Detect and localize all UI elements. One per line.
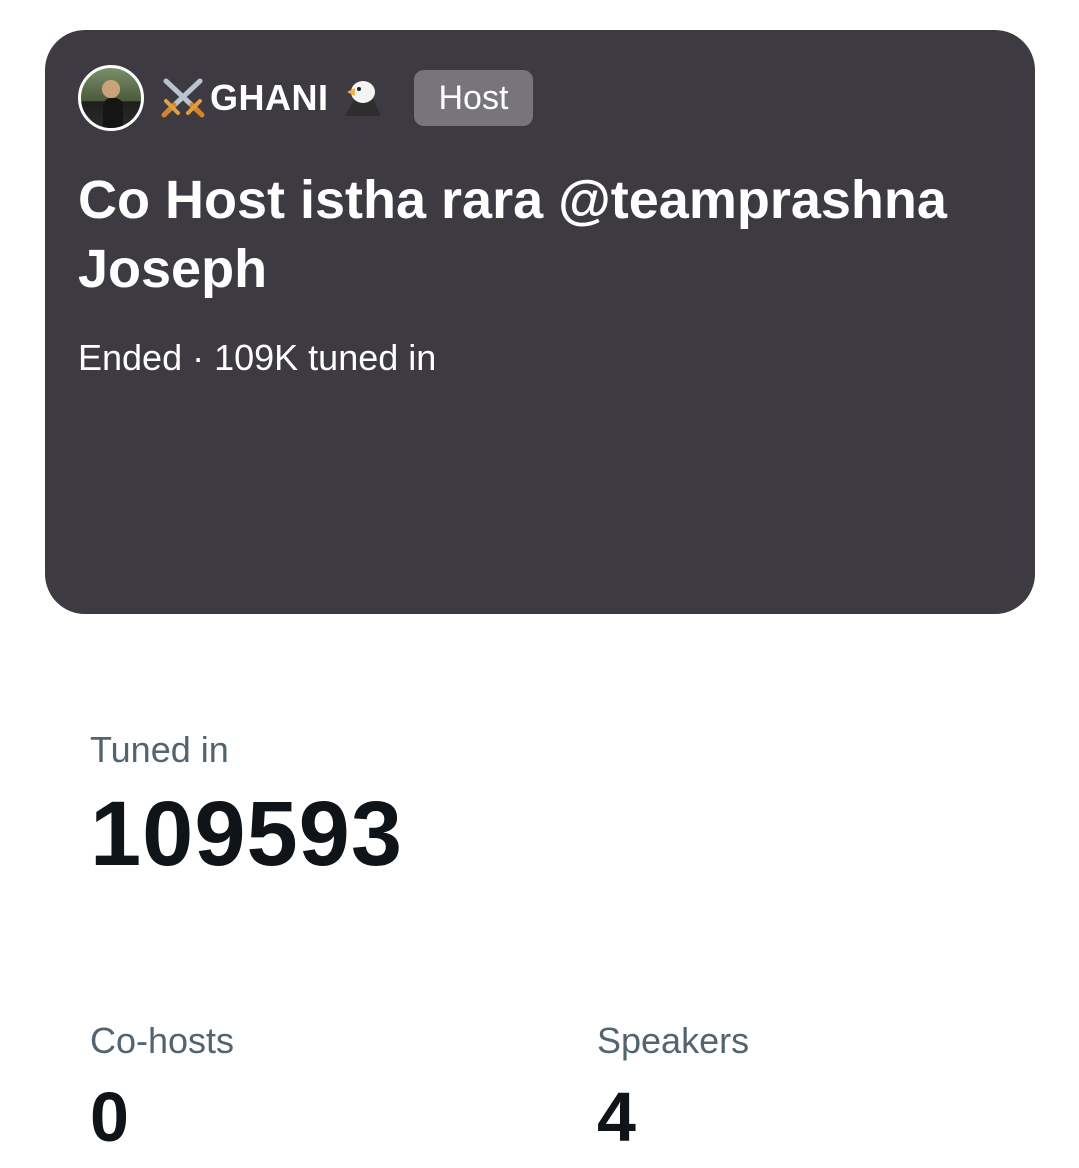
space-status: Ended · 109K tuned in [78, 337, 437, 378]
stat-tuned-in: Tuned in 109593 [90, 728, 403, 886]
space-title: Co Host istha rara @teamprashna Joseph [78, 170, 947, 299]
stat-tuned-in-label: Tuned in [90, 729, 229, 770]
host-name-text: GHANI [210, 77, 329, 118]
space-summary-page: GHANI Host Co Host istha rara @teamprash… [0, 0, 1079, 1168]
stat-speakers: Speakers 4 [597, 1019, 749, 1157]
stat-cohosts-label: Co-hosts [90, 1020, 235, 1061]
eagle-icon [344, 81, 381, 116]
avatar-figure [103, 98, 123, 128]
stat-cohosts: Co-hosts 0 [90, 1019, 234, 1157]
host-badge: Host [413, 70, 534, 126]
space-card[interactable]: GHANI Host Co Host istha rara @teamprash… [45, 30, 1035, 614]
stat-speakers-value: 4 [597, 1078, 636, 1156]
host-name[interactable]: GHANI [158, 75, 385, 121]
host-avatar[interactable] [78, 65, 144, 131]
crossed-swords-icon [161, 78, 205, 118]
stat-tuned-in-value: 109593 [90, 783, 403, 885]
host-row: GHANI Host [78, 63, 534, 133]
stat-cohosts-value: 0 [90, 1078, 129, 1156]
stat-speakers-label: Speakers [597, 1020, 750, 1061]
